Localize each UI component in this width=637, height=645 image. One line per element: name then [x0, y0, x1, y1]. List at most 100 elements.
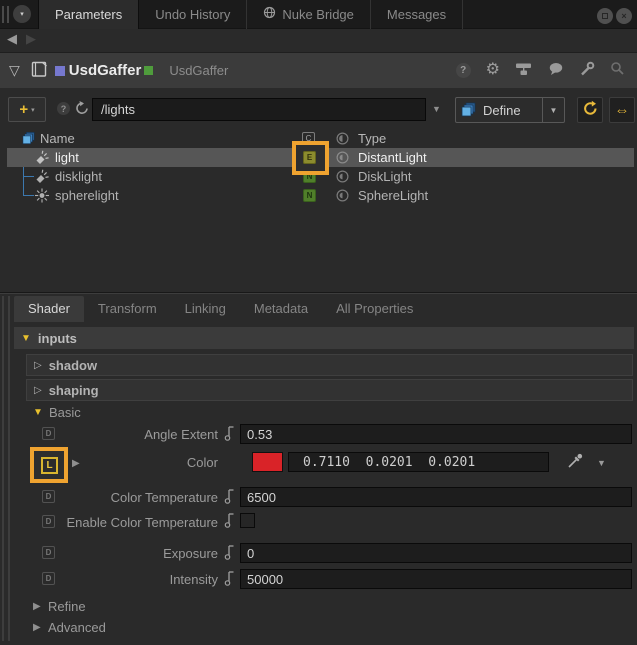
light-name: light — [55, 150, 79, 165]
spotlight-icon — [34, 169, 50, 187]
default-badge[interactable]: D — [42, 546, 55, 559]
collapsed-triangle-icon[interactable]: ▶ — [33, 601, 41, 612]
define-mode-dropdown[interactable]: Define ▼ — [455, 97, 565, 123]
close-icon: × — [621, 11, 626, 21]
contribution-icon[interactable] — [336, 189, 349, 205]
contribution-icon[interactable] — [336, 170, 349, 186]
section-divider — [0, 292, 637, 294]
tab-all-properties[interactable]: All Properties — [322, 296, 427, 322]
edit-badge-highlighted[interactable]: E — [303, 151, 316, 164]
left-scrollbar-track[interactable] — [2, 296, 4, 641]
color-values-field[interactable]: 0.7110 0.0201 0.0201 — [288, 452, 549, 472]
animation-hook-icon[interactable] — [224, 511, 235, 532]
light-name: disklight — [55, 169, 102, 184]
light-type: DiskLight — [358, 169, 411, 184]
group-shadow[interactable]: ▷ shadow — [26, 354, 633, 376]
panel-grip-handle[interactable] — [2, 6, 9, 23]
tab-parameters[interactable]: Parameters — [38, 0, 139, 29]
scenegraph-path-input[interactable] — [92, 98, 426, 121]
chevron-down-icon: ▾ — [20, 10, 24, 18]
default-badge[interactable]: D — [42, 490, 55, 503]
light-type: SphereLight — [358, 188, 428, 203]
help-button[interactable]: ? — [456, 63, 471, 78]
history-back-button[interactable]: ◀ — [7, 31, 17, 47]
group-advanced-label[interactable]: Advanced — [48, 620, 106, 635]
float-panel-button[interactable] — [597, 8, 613, 24]
define-mode-value: Define — [483, 103, 542, 118]
path-dropdown-icon[interactable]: ▼ — [432, 104, 441, 114]
node-subtitle: UsdGaffer — [169, 63, 228, 78]
color-label: Color — [60, 455, 218, 470]
parameter-tabs: Shader Transform Linking Metadata All Pr… — [14, 296, 427, 322]
usd-cube-icon — [461, 102, 477, 118]
gear-icon[interactable]: ⚙ — [486, 62, 500, 78]
collapsed-triangle-icon: ▷ — [34, 385, 42, 396]
comment-bubble-icon[interactable] — [548, 62, 564, 79]
column-header-contribution-icon[interactable] — [336, 132, 349, 148]
wrench-icon[interactable] — [579, 61, 595, 80]
light-type: DistantLight — [358, 150, 427, 165]
animation-hook-icon[interactable] — [224, 569, 235, 590]
local-badge[interactable]: L — [41, 457, 58, 474]
angle-extent-input[interactable] — [240, 424, 632, 444]
close-panel-button[interactable]: × — [616, 8, 632, 24]
tab-linking[interactable]: Linking — [171, 296, 240, 322]
color-temperature-input[interactable] — [240, 487, 632, 507]
swap-arrows-icon: ⇔ — [615, 102, 630, 119]
group-basic-label[interactable]: Basic — [49, 405, 81, 420]
node-color-swatch — [55, 66, 65, 76]
tab-messages[interactable]: Messages — [371, 0, 463, 29]
path-help-button[interactable]: ? — [57, 102, 70, 115]
default-badge[interactable]: D — [42, 572, 55, 585]
enable-color-temperature-label: Enable Color Temperature — [60, 515, 218, 530]
group-refine-label[interactable]: Refine — [48, 599, 86, 614]
collapse-node-icon[interactable]: ▽ — [9, 62, 20, 79]
history-forward-button[interactable]: ▶ — [26, 31, 36, 47]
tab-metadata[interactable]: Metadata — [240, 296, 322, 322]
tab-transform[interactable]: Transform — [84, 296, 171, 322]
angle-extent-label: Angle Extent — [60, 427, 218, 442]
manage-knobs-icon[interactable] — [515, 62, 533, 79]
table-row-spherelight[interactable]: spherelight N SphereLight — [7, 186, 634, 205]
default-badge[interactable]: D — [42, 427, 55, 440]
intensity-input[interactable] — [240, 569, 632, 589]
new-badge[interactable]: N — [303, 189, 316, 202]
tab-shader[interactable]: Shader — [14, 296, 84, 322]
panel-menu-button[interactable]: ▾ — [13, 5, 31, 23]
color-swatch[interactable] — [252, 452, 283, 472]
animation-hook-icon[interactable] — [224, 424, 235, 445]
globe-icon — [263, 1, 276, 29]
enable-color-temperature-checkbox[interactable] — [240, 513, 255, 528]
search-icon[interactable] — [610, 61, 625, 79]
exposure-label: Exposure — [60, 546, 218, 561]
expanded-triangle-icon[interactable]: ▼ — [33, 407, 43, 418]
swap-button[interactable]: ⇔ — [609, 97, 635, 123]
float-icon — [602, 13, 608, 19]
refresh-icon — [582, 100, 599, 120]
default-badge[interactable]: D — [42, 515, 55, 528]
revert-path-icon[interactable] — [74, 100, 90, 119]
dropdown-arrow-icon[interactable]: ▼ — [542, 98, 564, 122]
animation-hook-icon[interactable] — [224, 543, 235, 564]
light-name: spherelight — [55, 188, 119, 203]
group-inputs[interactable]: ▼ inputs — [14, 327, 634, 349]
refresh-button[interactable] — [577, 97, 603, 123]
animation-hook-icon[interactable] — [224, 487, 235, 508]
column-header-type[interactable]: Type — [358, 131, 386, 146]
panel-tabs: Parameters Undo History Nuke Bridge Mess… — [38, 0, 463, 29]
intensity-label: Intensity — [60, 572, 218, 587]
tab-nuke-bridge[interactable]: Nuke Bridge — [247, 0, 371, 29]
add-light-button[interactable]: + ▾ — [8, 97, 46, 122]
color-options-dropdown-icon[interactable]: ▼ — [597, 458, 606, 468]
group-shaping[interactable]: ▷ shaping — [26, 379, 633, 401]
notebook-icon — [30, 61, 49, 81]
eyedropper-icon[interactable] — [566, 452, 584, 473]
column-header-name[interactable]: Name — [40, 131, 75, 146]
panel-tab-bar: ▾ Parameters Undo History Nuke Bridge Me… — [0, 0, 637, 29]
collapsed-triangle-icon[interactable]: ▶ — [33, 622, 41, 633]
exposure-input[interactable] — [240, 543, 632, 563]
left-scrollbar-track[interactable] — [8, 296, 10, 641]
tab-undo-history[interactable]: Undo History — [139, 0, 247, 29]
contribution-icon[interactable] — [336, 151, 349, 167]
expanded-triangle-icon: ▼ — [21, 333, 31, 344]
